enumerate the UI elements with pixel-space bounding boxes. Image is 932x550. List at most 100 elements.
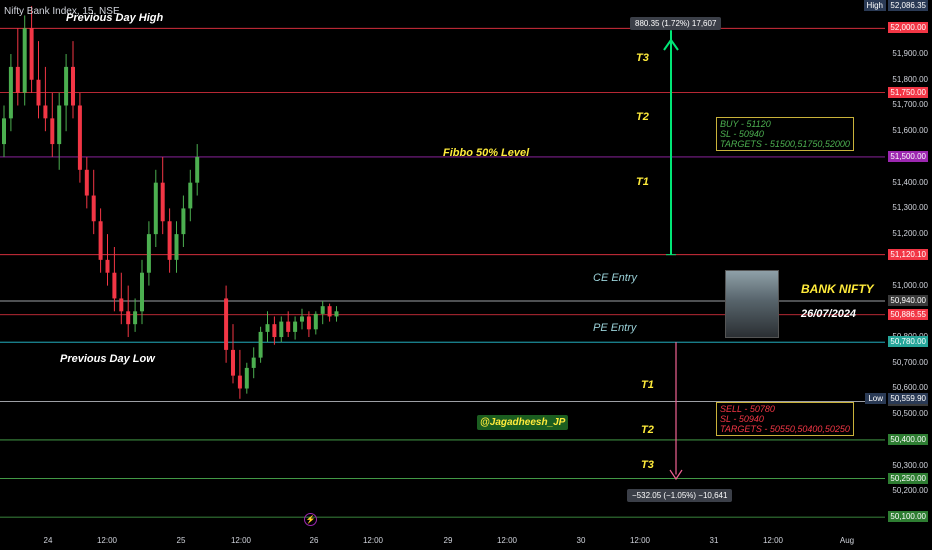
candle[interactable] — [174, 221, 179, 273]
price-tick: 50,300.00 — [892, 460, 928, 470]
candle[interactable] — [57, 92, 62, 170]
price-tick: 50,200.00 — [892, 486, 928, 496]
price-tick: 51,700.00 — [892, 100, 928, 110]
candle[interactable] — [258, 326, 263, 363]
target-down-t2: T2 — [641, 424, 654, 436]
candle[interactable] — [224, 285, 229, 363]
pe-entry-label: PE Entry — [593, 322, 637, 334]
candle[interactable] — [153, 169, 158, 247]
candle[interactable] — [327, 303, 332, 322]
buy-entry-text: BUY - 51120 — [720, 119, 771, 129]
candle[interactable] — [313, 311, 318, 335]
candle[interactable] — [112, 246, 117, 312]
target-up-t2: T2 — [636, 111, 649, 123]
target-up-t3: T3 — [636, 52, 649, 64]
time-tick: 12:00 — [762, 536, 784, 545]
price-tick: 51,600.00 — [892, 126, 928, 136]
candle[interactable] — [320, 301, 325, 325]
candle[interactable] — [265, 311, 270, 343]
candle[interactable] — [167, 208, 172, 273]
previous-day-high-label: Previous Day High — [66, 12, 164, 24]
candle[interactable] — [8, 54, 13, 132]
price-chart[interactable] — [0, 0, 932, 550]
candle[interactable] — [231, 324, 235, 384]
price-tick: 50,500.00 — [892, 409, 928, 419]
low-label: Low — [865, 392, 886, 404]
price-tag: 50,400.00 — [888, 433, 928, 445]
candle[interactable] — [244, 362, 249, 394]
price-tag: 50,780.00 — [888, 336, 928, 348]
candle[interactable] — [43, 66, 48, 132]
candle[interactable] — [64, 54, 69, 132]
time-tick: 25 — [176, 536, 186, 545]
candle[interactable] — [2, 105, 6, 157]
time-tick: 31 — [709, 536, 719, 545]
up-measure-arrow[interactable] — [663, 30, 679, 256]
price-tag: 51,120.10 — [888, 248, 928, 260]
measure-up-badge: 880.35 (1.72%) 17,607 — [630, 17, 722, 30]
buy-targets-text: TARGETS - 51500,51750,52000 — [720, 139, 850, 149]
high-label: High — [863, 0, 886, 12]
candle[interactable] — [98, 208, 103, 273]
price-tag: 52,000.00 — [888, 22, 928, 34]
lightning-icon[interactable]: ⚡ — [304, 513, 317, 526]
price-tag: 51,750.00 — [888, 86, 928, 98]
sell-entry-text: SELL - 50780 — [720, 404, 775, 414]
candle[interactable] — [22, 15, 27, 106]
author-handle: @Jagadheesh_JP — [477, 415, 569, 430]
measure-down-badge: −532.05 (−1.05%) −10,641 — [627, 489, 733, 502]
price-tick: 51,300.00 — [892, 203, 928, 213]
price-tick: 51,800.00 — [892, 74, 928, 84]
candle[interactable] — [105, 234, 110, 286]
target-down-t3: T3 — [641, 459, 654, 471]
candle[interactable] — [293, 316, 298, 340]
price-tick: 51,200.00 — [892, 229, 928, 239]
price-tick: 51,900.00 — [892, 49, 928, 59]
candle[interactable] — [146, 221, 151, 286]
time-tick: 26 — [309, 536, 319, 545]
target-up-t1: T1 — [636, 176, 649, 188]
candle[interactable] — [15, 28, 20, 106]
time-tick: 12:00 — [496, 536, 518, 545]
candle[interactable] — [133, 298, 138, 332]
low-value: 50,559.90 — [888, 392, 928, 404]
candle[interactable] — [195, 144, 200, 196]
price-tick: 50,600.00 — [892, 383, 928, 393]
candle[interactable] — [251, 347, 256, 379]
price-tick: 51,000.00 — [892, 280, 928, 290]
candle[interactable] — [334, 306, 339, 322]
time-tick: 30 — [576, 536, 586, 545]
time-tick: 12:00 — [362, 536, 384, 545]
sell-setup-box: SELL - 50780 SL - 50940 TARGETS - 50550,… — [716, 402, 854, 436]
candle[interactable] — [50, 92, 55, 157]
time-tick: 29 — [443, 536, 453, 545]
price-tag: 50,250.00 — [888, 472, 928, 484]
chart-date: 26/07/2024 — [801, 308, 857, 320]
bank-nifty-title: BANK NIFTY — [801, 282, 874, 296]
target-down-t1: T1 — [641, 379, 654, 391]
candle[interactable] — [272, 316, 277, 345]
price-tick: 51,400.00 — [892, 177, 928, 187]
sell-targets-text: TARGETS - 50550,50400,50250 — [720, 424, 850, 434]
candle[interactable] — [91, 169, 96, 235]
candle[interactable] — [29, 6, 34, 93]
candle[interactable] — [188, 169, 193, 222]
candle[interactable] — [279, 316, 284, 343]
candle[interactable] — [77, 92, 82, 183]
candle[interactable] — [84, 156, 89, 209]
candle[interactable] — [181, 195, 186, 247]
candle[interactable] — [160, 156, 165, 235]
time-tick: 24 — [43, 536, 53, 545]
price-tag: 51,500.00 — [888, 150, 928, 162]
down-measure-arrow[interactable] — [669, 342, 683, 481]
candle[interactable] — [36, 41, 41, 119]
buy-setup-box: BUY - 51120 SL - 50940 TARGETS - 51500,5… — [716, 117, 854, 151]
candle[interactable] — [126, 285, 131, 338]
candle[interactable] — [300, 308, 304, 330]
candle[interactable] — [237, 349, 242, 399]
previous-day-low-label: Previous Day Low — [60, 353, 155, 365]
author-photo — [725, 270, 779, 338]
buy-sl-text: SL - 50940 — [720, 129, 764, 139]
candle[interactable] — [119, 272, 124, 325]
candle[interactable] — [71, 41, 75, 119]
